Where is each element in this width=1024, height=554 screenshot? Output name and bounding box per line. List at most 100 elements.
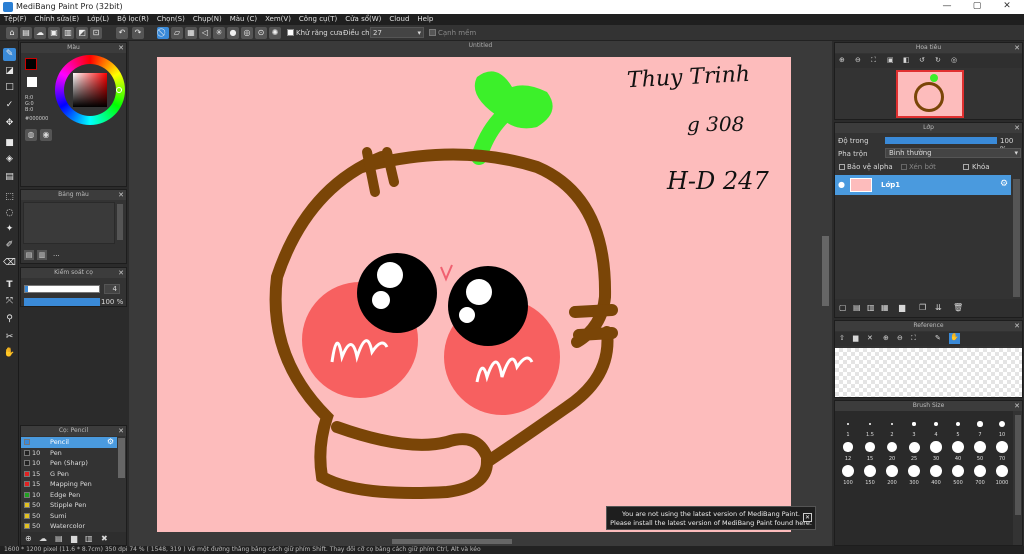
flip-icon[interactable]: ◧ bbox=[903, 56, 910, 64]
duplicate-layer-icon[interactable]: ❐ bbox=[919, 303, 926, 312]
brush-list-item[interactable]: Pencil ⚙ bbox=[21, 437, 117, 448]
rotate-right-icon[interactable]: ↻ bbox=[935, 56, 941, 64]
menu-select[interactable]: Chọn(S) bbox=[153, 14, 189, 23]
soft-edge-checkbox[interactable] bbox=[429, 29, 436, 36]
add-brush-icon[interactable]: ⊕ bbox=[25, 534, 32, 543]
primary-color-swatch[interactable] bbox=[25, 58, 37, 70]
brush-size-dot[interactable] bbox=[847, 423, 849, 425]
brush-size-dot[interactable] bbox=[868, 422, 872, 426]
close-icon[interactable]: ✕ bbox=[118, 43, 124, 53]
layer-scrollbar[interactable] bbox=[1013, 179, 1020, 297]
menu-file[interactable]: Tệp(F) bbox=[0, 14, 31, 23]
deselect-icon[interactable]: ⊡ bbox=[90, 27, 102, 39]
open-icon[interactable]: ▥ bbox=[62, 27, 74, 39]
close-icon[interactable]: ✕ bbox=[118, 426, 124, 436]
menu-snap[interactable]: Chụp(N) bbox=[189, 14, 226, 23]
copy-brush-icon[interactable]: ▤ bbox=[55, 534, 63, 543]
brush-opacity-slider[interactable] bbox=[24, 298, 100, 306]
canvas-hscrollbar[interactable] bbox=[392, 539, 512, 544]
brush-size-dot[interactable] bbox=[908, 441, 920, 453]
reset-rotate-icon[interactable]: ◎ bbox=[951, 56, 957, 64]
rotate-left-icon[interactable]: ↺ bbox=[919, 56, 925, 64]
ruler-off-icon[interactable]: ⃠ bbox=[157, 27, 169, 39]
folder-icon[interactable]: ▆ bbox=[71, 534, 77, 543]
menu-help[interactable]: Help bbox=[413, 14, 437, 23]
brush-size-dot[interactable] bbox=[912, 422, 916, 426]
brush-size-dot[interactable] bbox=[974, 441, 986, 453]
canvas-vscrollbar[interactable] bbox=[822, 236, 829, 306]
cloud-icon[interactable]: ☁ bbox=[34, 27, 46, 39]
brush-size-dot[interactable] bbox=[974, 465, 986, 477]
brush-list-scrollbar[interactable] bbox=[118, 438, 125, 478]
menu-color[interactable]: Màu (C) bbox=[226, 14, 261, 23]
notice-close-button[interactable]: ✕ bbox=[803, 513, 812, 522]
brush-size-dot[interactable] bbox=[934, 422, 938, 426]
brush-list-item[interactable]: 10 Pen bbox=[21, 448, 117, 459]
fit-icon[interactable]: ⛶ bbox=[871, 56, 876, 65]
hue-handle[interactable] bbox=[116, 87, 122, 93]
close-icon[interactable]: ✕ bbox=[1014, 321, 1020, 331]
brush-size-slider[interactable] bbox=[24, 285, 100, 293]
layer-settings-gear-icon[interactable]: ⚙ bbox=[1000, 179, 1008, 189]
protect-alpha-checkbox[interactable] bbox=[839, 164, 845, 170]
close-icon[interactable]: ✕ bbox=[118, 190, 124, 200]
new-layer-icon[interactable]: ▢ bbox=[839, 303, 847, 312]
brush-size-dot[interactable] bbox=[952, 465, 964, 477]
ref-upload-icon[interactable]: ⇧ bbox=[839, 334, 845, 342]
brush-list-item[interactable]: 50 Stipple Pen bbox=[21, 500, 117, 511]
brush-size-dot[interactable] bbox=[977, 421, 983, 427]
menu-view[interactable]: Xem(V) bbox=[261, 14, 295, 23]
undo-icon[interactable]: ↶ bbox=[116, 27, 128, 39]
palette-area[interactable] bbox=[23, 202, 115, 244]
brush-list-item[interactable]: 50 Sumi bbox=[21, 511, 117, 522]
ruler-circle-icon[interactable]: ● bbox=[227, 27, 239, 39]
settings-brush-icon[interactable]: ▥ bbox=[85, 534, 93, 543]
rectangle-tool-icon[interactable]: □ bbox=[3, 81, 16, 94]
menu-cloud[interactable]: Cloud bbox=[385, 14, 413, 23]
brush-size-dot[interactable] bbox=[952, 441, 964, 453]
eyedropper-tool-icon[interactable]: ⚲ bbox=[3, 313, 16, 326]
saturation-square[interactable] bbox=[73, 73, 107, 107]
zoom-out-icon[interactable]: ⊖ bbox=[855, 56, 861, 64]
update-notice[interactable]: You are not using the latest version of … bbox=[606, 506, 816, 530]
divide-tool-icon[interactable]: ✂ bbox=[3, 331, 16, 344]
magic-wand-tool-icon[interactable]: ✦ bbox=[3, 223, 16, 236]
close-icon[interactable]: ✕ bbox=[1014, 401, 1020, 411]
ruler-parallel-icon[interactable]: ▱ bbox=[171, 27, 183, 39]
home-icon[interactable]: ⌂ bbox=[6, 27, 18, 39]
lock-checkbox[interactable] bbox=[963, 164, 969, 170]
ruler-vanish-icon[interactable]: ✺ bbox=[269, 27, 281, 39]
palette-icon[interactable]: ◍ bbox=[25, 129, 37, 141]
brush-size-dot[interactable] bbox=[890, 422, 894, 426]
visibility-eye-icon[interactable]: ● bbox=[838, 180, 845, 189]
brush-size-dot[interactable] bbox=[999, 421, 1005, 427]
ref-hand-icon[interactable]: ✋ bbox=[949, 333, 960, 344]
brush-size-dot[interactable] bbox=[843, 442, 853, 452]
ruler-crosshair-icon[interactable]: ▦ bbox=[185, 27, 197, 39]
close-icon[interactable]: ✕ bbox=[118, 268, 124, 278]
clipping-checkbox[interactable] bbox=[901, 164, 907, 170]
brush-size-dot[interactable] bbox=[886, 441, 898, 453]
ruler-perspective-icon[interactable]: ◁ bbox=[199, 27, 211, 39]
actual-size-icon[interactable]: ▣ bbox=[887, 56, 894, 64]
save-icon[interactable]: ▣ bbox=[48, 27, 60, 39]
brush-size-dot[interactable] bbox=[842, 465, 854, 477]
secondary-color-swatch[interactable] bbox=[27, 77, 37, 87]
close-icon[interactable]: ✕ bbox=[1014, 123, 1020, 133]
adjust-select[interactable]: 27 ▾ bbox=[370, 27, 424, 38]
menu-tools[interactable]: Công cụ(T) bbox=[295, 14, 341, 23]
brush-size-dot[interactable] bbox=[908, 465, 920, 477]
ruler-concentric-icon[interactable]: ⊙ bbox=[255, 27, 267, 39]
brush-size-dot[interactable] bbox=[930, 465, 942, 477]
brush-list-item[interactable]: 10 Pen (Sharp) bbox=[21, 458, 117, 469]
select-eraser-tool-icon[interactable]: ⌫ bbox=[3, 257, 16, 270]
add-palette-icon[interactable]: ▤ bbox=[24, 250, 34, 260]
layer-opacity-slider[interactable] bbox=[885, 137, 997, 144]
layer-menu-icon[interactable]: ▦ bbox=[881, 303, 889, 312]
bucket-tool-icon[interactable]: ◈ bbox=[3, 153, 16, 166]
menu-window[interactable]: Cửa sổ(W) bbox=[341, 14, 385, 23]
ref-zoom-out-icon[interactable]: ⊖ bbox=[897, 334, 903, 342]
menu-layer[interactable]: Lớp(L) bbox=[83, 14, 113, 23]
color-picker-icon[interactable]: ◉ bbox=[40, 129, 52, 141]
ref-fit-icon[interactable]: ⛶ bbox=[911, 334, 916, 343]
